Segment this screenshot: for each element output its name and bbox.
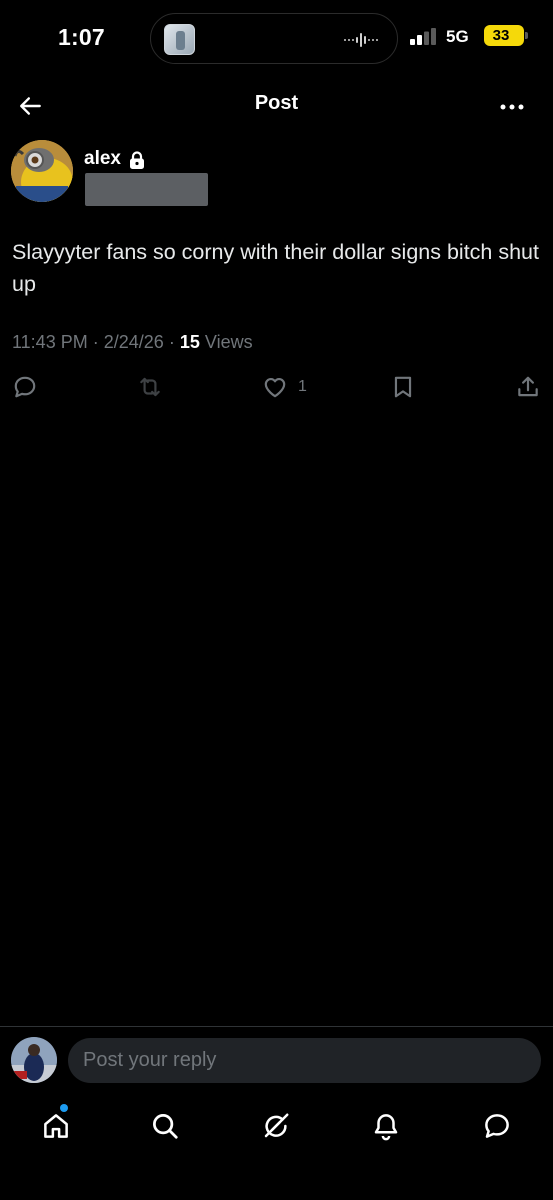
more-horizontal-icon	[500, 104, 524, 110]
bookmark-icon	[394, 376, 412, 398]
audio-waveform-icon	[344, 33, 378, 47]
avatar-image	[11, 140, 73, 202]
meta-separator: ·	[168, 332, 175, 352]
now-playing-artwork	[164, 24, 195, 55]
home-indicator[interactable]	[186, 1186, 366, 1192]
repost-icon	[140, 377, 160, 397]
tab-notifications[interactable]	[366, 1106, 406, 1146]
lock-icon	[130, 151, 144, 169]
reply-input[interactable]	[68, 1038, 541, 1083]
status-bar: 1:07 5G 33	[0, 0, 553, 80]
share-button[interactable]	[515, 372, 541, 402]
post-metadata: 11:43 PM · 2/24/26 · 15 Views	[12, 332, 253, 353]
cellular-signal-icon	[410, 28, 436, 45]
user-avatar-image	[11, 1037, 57, 1083]
post-text: Slayyyter fans so corny with their dolla…	[12, 240, 539, 296]
network-type: 5G	[446, 27, 469, 46]
views-label: Views	[204, 332, 253, 352]
author-display-name[interactable]: alex	[84, 148, 121, 170]
tab-messages[interactable]	[477, 1106, 517, 1146]
share-icon	[518, 376, 538, 397]
like-count: 1	[298, 378, 307, 395]
views-count[interactable]: 15	[180, 332, 200, 352]
page-title: Post	[254, 92, 299, 114]
home-icon	[44, 1114, 68, 1138]
bell-icon	[374, 1114, 398, 1141]
bottom-tab-bar	[0, 1096, 553, 1156]
post-actions: 1	[0, 372, 553, 402]
bookmark-button[interactable]	[390, 372, 416, 402]
nav-header: Post	[0, 80, 553, 130]
message-icon	[485, 1114, 509, 1138]
more-options-button[interactable]	[496, 92, 528, 122]
tab-search[interactable]	[145, 1106, 185, 1146]
meta-separator: ·	[92, 332, 99, 352]
home-notification-dot	[60, 1104, 68, 1112]
user-avatar[interactable]	[11, 1037, 57, 1083]
status-time: 1:07	[58, 24, 105, 50]
tab-grok[interactable]	[256, 1106, 296, 1146]
repost-button[interactable]	[137, 372, 163, 402]
author-handle-redacted	[85, 173, 208, 206]
reply-divider	[0, 1026, 553, 1027]
battery-indicator: 33	[484, 25, 528, 46]
battery-level: 33	[492, 27, 510, 44]
post-date: 2/24/26	[103, 332, 164, 352]
like-button[interactable]: 1	[262, 372, 307, 402]
post-time: 11:43 PM	[12, 332, 88, 352]
dynamic-island[interactable]	[150, 13, 398, 64]
reply-button[interactable]	[12, 372, 38, 402]
reply-icon	[14, 376, 36, 398]
tab-home[interactable]	[36, 1106, 76, 1146]
grok-icon	[264, 1113, 289, 1138]
heart-icon	[264, 378, 286, 398]
search-icon	[153, 1114, 178, 1139]
author-avatar[interactable]	[11, 140, 73, 202]
